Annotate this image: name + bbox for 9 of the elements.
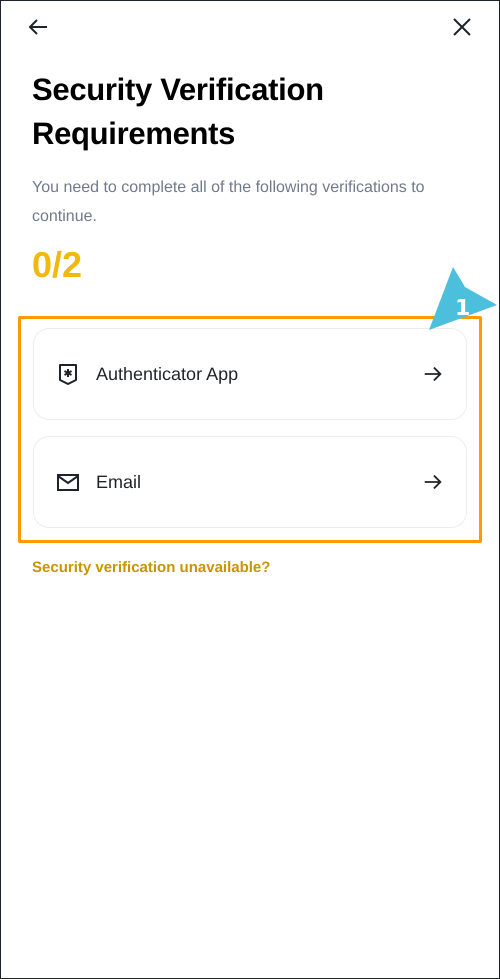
option-label: Email bbox=[96, 472, 142, 492]
subtitle: You need to complete all of the following verifications to continue. bbox=[32, 178, 426, 227]
verification-option[interactable]: Authenticator App bbox=[33, 328, 467, 420]
verification-option[interactable]: Email bbox=[33, 436, 467, 528]
shield-asterisk-icon bbox=[56, 362, 80, 386]
page-title: Security Verification Requirements bbox=[32, 71, 325, 153]
progress-count: 0/2 bbox=[32, 243, 84, 287]
option-label: Authenticator App bbox=[96, 364, 240, 384]
numbered-callout: 1 bbox=[429, 267, 497, 333]
